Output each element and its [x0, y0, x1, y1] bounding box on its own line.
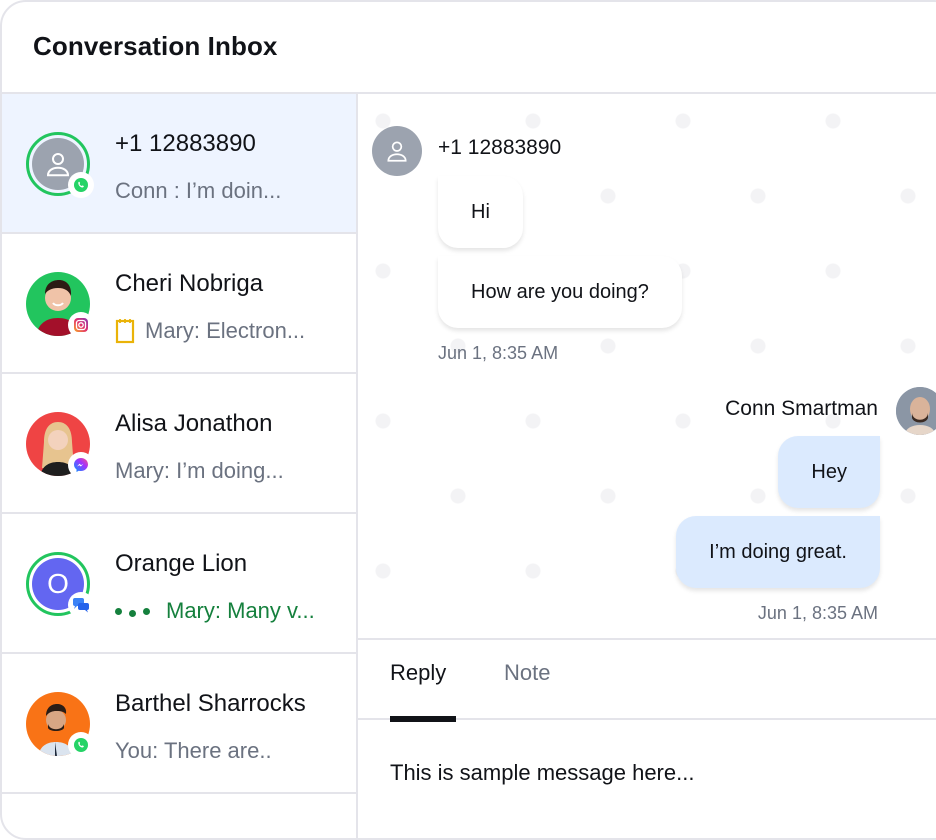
agent-avatar: [896, 387, 936, 435]
live-chat-badge: [68, 592, 94, 618]
whatsapp-icon: [74, 738, 88, 752]
conversation-preview: Conn : I’m doin...: [115, 178, 281, 204]
active-tab-indicator: [390, 716, 456, 722]
preview-text: Mary: I’m doing...: [115, 458, 284, 483]
conversation-name: Cheri Nobriga: [115, 270, 264, 297]
conversation-item[interactable]: Barthel Sharrocks You: There are..: [2, 654, 356, 794]
conversation-item[interactable]: +1 12883890 Conn : I’m doin...: [2, 94, 356, 234]
reply-input[interactable]: [390, 760, 910, 786]
conversation-preview: Mary: Electron...: [115, 318, 305, 344]
contact-avatar: [372, 126, 422, 176]
note-icon: [115, 319, 135, 344]
preview-text: Mary: Electron...: [145, 318, 306, 343]
avatar-initial: O: [47, 568, 69, 599]
whatsapp-badge: [68, 172, 94, 198]
composer: Reply Note: [358, 638, 936, 838]
whatsapp-icon: [74, 178, 88, 192]
conversation-name: Orange Lion: [115, 550, 248, 577]
outgoing-message-bubble: Hey: [778, 436, 880, 508]
preview-text: Conn : I’m doin...: [115, 178, 282, 203]
conversation-name: Alisa Jonathon: [115, 410, 273, 437]
avatar: [26, 412, 94, 478]
outgoing-sender-name: Conn Smartman: [725, 397, 878, 420]
user-icon: [46, 153, 70, 177]
outgoing-message-bubble: I’m doing great.: [676, 516, 880, 588]
conversation-name: Barthel Sharrocks: [115, 690, 306, 717]
conversation-preview: Mary: Many v...: [115, 598, 315, 624]
person-photo-icon: [896, 387, 936, 435]
whatsapp-badge: [68, 732, 94, 758]
typing-indicator-icon: [115, 606, 150, 617]
conversation-item[interactable]: Cheri Nobriga Mary: Electron...: [2, 234, 356, 374]
chat-bubbles-icon: [73, 598, 89, 613]
avatar: [26, 132, 94, 198]
user-icon: [387, 141, 407, 162]
conversation-preview: Mary: I’m doing...: [115, 458, 284, 484]
tab-reply[interactable]: Reply: [390, 660, 446, 686]
incoming-message-bubble: How are you doing?: [438, 256, 682, 328]
conversation-item[interactable]: O Orange Lion Mary: Many v...: [2, 514, 356, 654]
outgoing-timestamp: Jun 1, 8:35 AM: [757, 603, 878, 623]
incoming-timestamp: Jun 1, 8:35 AM: [438, 343, 559, 363]
page-title: Conversation Inbox: [33, 31, 278, 61]
conversation-preview: You: There are..: [115, 738, 272, 764]
preview-text: You: There are..: [115, 738, 272, 763]
composer-tabs: Reply Note: [358, 640, 936, 722]
conversation-list: +1 12883890 Conn : I’m doin... Cheri Nob…: [2, 94, 358, 838]
preview-text: Mary: Many v...: [166, 598, 315, 623]
messenger-icon: [74, 458, 88, 472]
conversation-item[interactable]: Alisa Jonathon Mary: I’m doing...: [2, 374, 356, 514]
incoming-sender-name: +1 12883890: [438, 136, 562, 159]
instagram-badge: [68, 312, 94, 338]
conversation-name: +1 12883890: [115, 130, 256, 157]
avatar: [26, 692, 94, 758]
inbox-window: Conversation Inbox +1 12883890 Conn : I’…: [0, 0, 936, 840]
avatar: O: [26, 552, 94, 618]
header: Conversation Inbox: [2, 2, 936, 94]
incoming-message-bubble: Hi: [438, 176, 523, 248]
tab-note[interactable]: Note: [504, 660, 550, 686]
avatar: [26, 272, 94, 338]
message-thread[interactable]: +1 12883890 Hi How are you doing? Jun 1,…: [358, 94, 936, 638]
instagram-icon: [74, 318, 88, 332]
messenger-badge: [68, 452, 94, 478]
